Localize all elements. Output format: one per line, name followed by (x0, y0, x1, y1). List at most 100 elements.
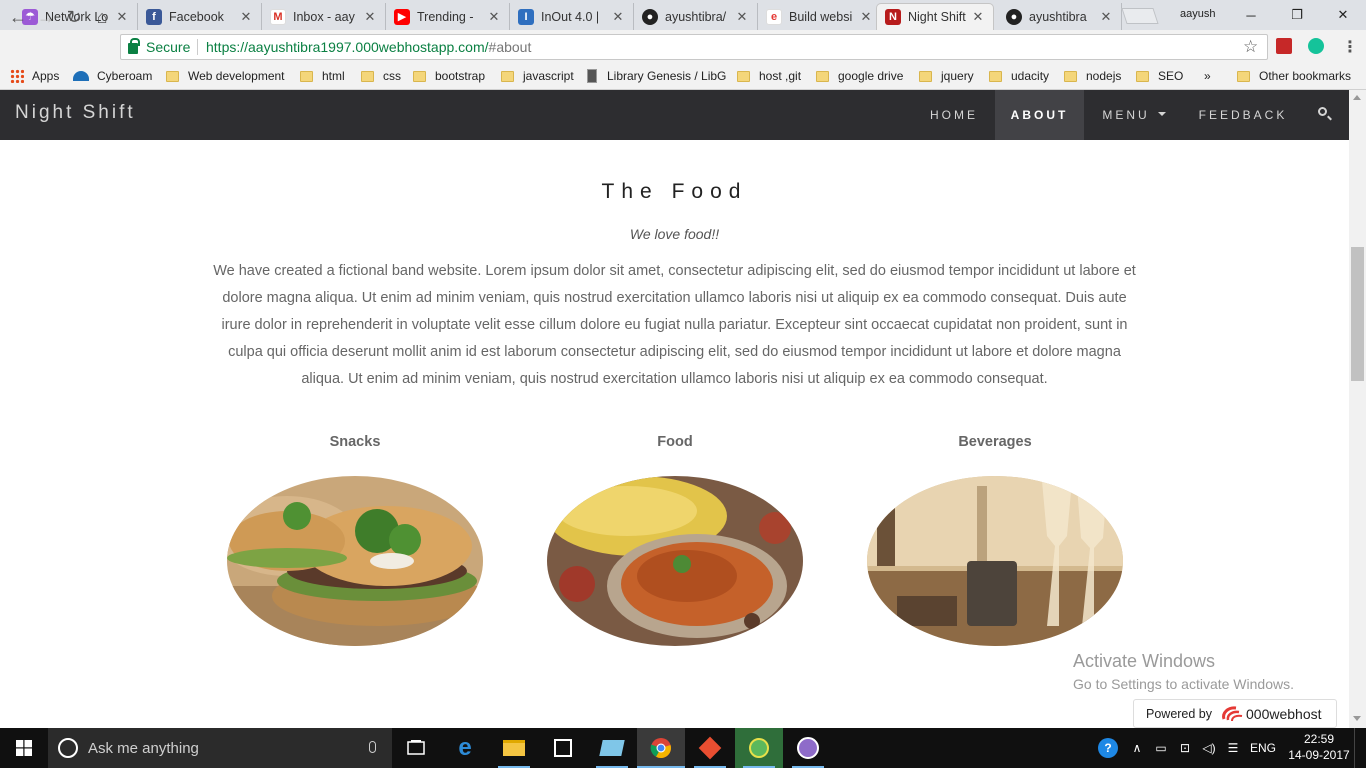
food-image[interactable] (547, 476, 803, 646)
close-icon[interactable]: ✕ (859, 9, 873, 25)
nav-feedback[interactable]: FEEDBACK (1184, 90, 1302, 140)
secure-indicator[interactable]: Secure (128, 37, 191, 55)
bookmark-folder-udacity[interactable]: udacity (989, 67, 1049, 85)
volume-icon[interactable]: ◁) (1198, 728, 1220, 768)
tab-inout[interactable]: I InOut 4.0 | ✕ (510, 3, 634, 30)
nav-about[interactable]: ABOUT (995, 90, 1084, 140)
url-text[interactable]: https://aayushtibra1997.000webhostapp.co… (206, 39, 531, 55)
snacks-image[interactable] (227, 476, 483, 646)
task-view-button[interactable] (392, 728, 440, 768)
cat-app-icon (797, 737, 819, 759)
github-icon: ● (1006, 8, 1022, 25)
webhost-icon: e (766, 8, 782, 25)
taskbar-git[interactable] (686, 728, 734, 768)
close-icon[interactable]: ✕ (971, 9, 985, 25)
tab-github-2[interactable]: ● ayushtibra ✕ (998, 3, 1122, 30)
taskbar-file-explorer[interactable] (490, 728, 538, 768)
tab-inbox[interactable]: M Inbox - aay ✕ (262, 3, 386, 30)
close-icon[interactable]: ✕ (363, 9, 377, 25)
activate-windows-title: Activate Windows (1073, 651, 1216, 671)
folder-icon (816, 70, 829, 82)
minimize-icon[interactable]: ─ (1228, 0, 1274, 30)
network-icon[interactable]: ⊡ (1174, 728, 1196, 768)
taskbar-sticky-app[interactable] (588, 728, 636, 768)
taskbar-purple-app[interactable] (784, 728, 832, 768)
bookmark-library-genesis[interactable]: Library Genesis / LibG (587, 67, 727, 85)
bookmark-label: Apps (32, 69, 60, 83)
search-icon[interactable] (1318, 107, 1327, 116)
bookmark-folder-html[interactable]: html (300, 67, 345, 85)
browser-menu-icon[interactable]: ⋮ (1342, 37, 1358, 57)
profile-name[interactable]: aayush (1180, 8, 1215, 20)
tray-expand-icon[interactable]: ∧ (1128, 728, 1146, 768)
nav-menu-dropdown[interactable]: MENU (1086, 90, 1182, 140)
grammarly-icon[interactable] (1308, 38, 1324, 54)
beverages-image[interactable] (867, 476, 1123, 646)
bookmark-folder-javascript[interactable]: javascript (501, 67, 574, 85)
start-button[interactable] (0, 728, 48, 768)
globe-icon (749, 738, 769, 758)
back-icon[interactable]: ← (7, 6, 29, 28)
close-icon[interactable]: ✕ (487, 9, 501, 25)
bookmark-folder-host-git[interactable]: host ,git (737, 67, 801, 85)
taskbar-edge[interactable]: e (441, 728, 489, 768)
nav-home[interactable]: HOME (914, 90, 994, 140)
inout-icon: I (518, 8, 534, 25)
page-scrollbar[interactable] (1349, 90, 1366, 728)
action-center-icon[interactable]: ☰ (1222, 728, 1244, 768)
extension-book-icon[interactable] (1276, 38, 1292, 54)
bookmark-label: SEO (1158, 69, 1184, 83)
tab-build-website[interactable]: e Build websi ✕ (758, 3, 882, 30)
show-desktop-button[interactable] (1354, 728, 1366, 768)
home-icon[interactable]: ⌂ (91, 6, 113, 28)
task-view-icon (407, 740, 425, 755)
microphone-icon[interactable] (369, 741, 376, 753)
taskbar-store[interactable] (539, 728, 587, 768)
other-bookmarks[interactable]: Other bookmarks (1237, 67, 1351, 85)
bookmark-folder-nodejs[interactable]: nodejs (1064, 67, 1121, 85)
forward-icon[interactable]: → (35, 6, 57, 28)
close-icon[interactable]: ✕ (115, 9, 129, 25)
battery-icon[interactable]: ▭ (1150, 728, 1172, 768)
section-description: We have created a fictional band website… (213, 263, 1136, 387)
new-tab-button[interactable] (1121, 8, 1159, 24)
bookmark-folder-google-drive[interactable]: google drive (816, 67, 903, 85)
site-brand[interactable]: Night Shift (15, 102, 136, 124)
bookmark-cyberoam[interactable]: Cyberoam (73, 67, 152, 85)
close-icon[interactable]: ✕ (735, 9, 749, 25)
bookmark-label: udacity (1011, 69, 1050, 83)
system-clock[interactable]: 22:59 14-09-2017 (1288, 731, 1350, 763)
bookmark-folder-bootstrap[interactable]: bootstrap (413, 67, 485, 85)
close-icon[interactable]: ✕ (611, 9, 625, 25)
folder-icon (919, 70, 932, 82)
bookmarks-overflow-button[interactable]: » (1204, 67, 1211, 85)
card-label-beverages: Beverages (958, 434, 1032, 450)
language-indicator[interactable]: ENG (1246, 728, 1280, 768)
window-close-icon[interactable]: ✕ (1320, 0, 1366, 30)
tab-github-1[interactable]: ● ayushtibra/ ✕ (634, 3, 758, 30)
reload-icon[interactable]: ↻ (63, 6, 85, 28)
folder-icon (413, 70, 426, 82)
address-separator (197, 39, 198, 55)
tab-night-shift[interactable]: N Night Shift ✕ (876, 3, 994, 30)
taskbar-chrome[interactable] (637, 728, 685, 768)
tab-trending[interactable]: ▶ Trending - ✕ (386, 3, 510, 30)
apps-grid-icon (10, 69, 24, 83)
restore-icon[interactable]: ❐ (1274, 0, 1320, 30)
bookmark-star-icon[interactable]: ☆ (1243, 37, 1258, 57)
cortana-search[interactable]: Ask me anything (48, 728, 392, 768)
scrollbar-thumb[interactable] (1351, 247, 1364, 381)
taskbar-world-app[interactable] (735, 728, 783, 768)
tab-facebook[interactable]: f Facebook ✕ (138, 3, 262, 30)
bookmark-folder-jquery[interactable]: jquery (919, 67, 974, 85)
bookmark-folder-web-development[interactable]: Web development (166, 67, 285, 85)
help-icon[interactable]: ? (1096, 728, 1120, 768)
bookmark-folder-seo[interactable]: SEO (1136, 67, 1183, 85)
bookmark-folder-css[interactable]: css (361, 67, 401, 85)
secure-label: Secure (146, 39, 191, 55)
close-icon[interactable]: ✕ (1099, 9, 1113, 25)
close-icon[interactable]: ✕ (239, 9, 253, 25)
scroll-down-arrow-icon[interactable] (1353, 716, 1361, 721)
scroll-up-arrow-icon[interactable] (1353, 95, 1361, 100)
bookmark-apps[interactable]: Apps (10, 67, 59, 85)
